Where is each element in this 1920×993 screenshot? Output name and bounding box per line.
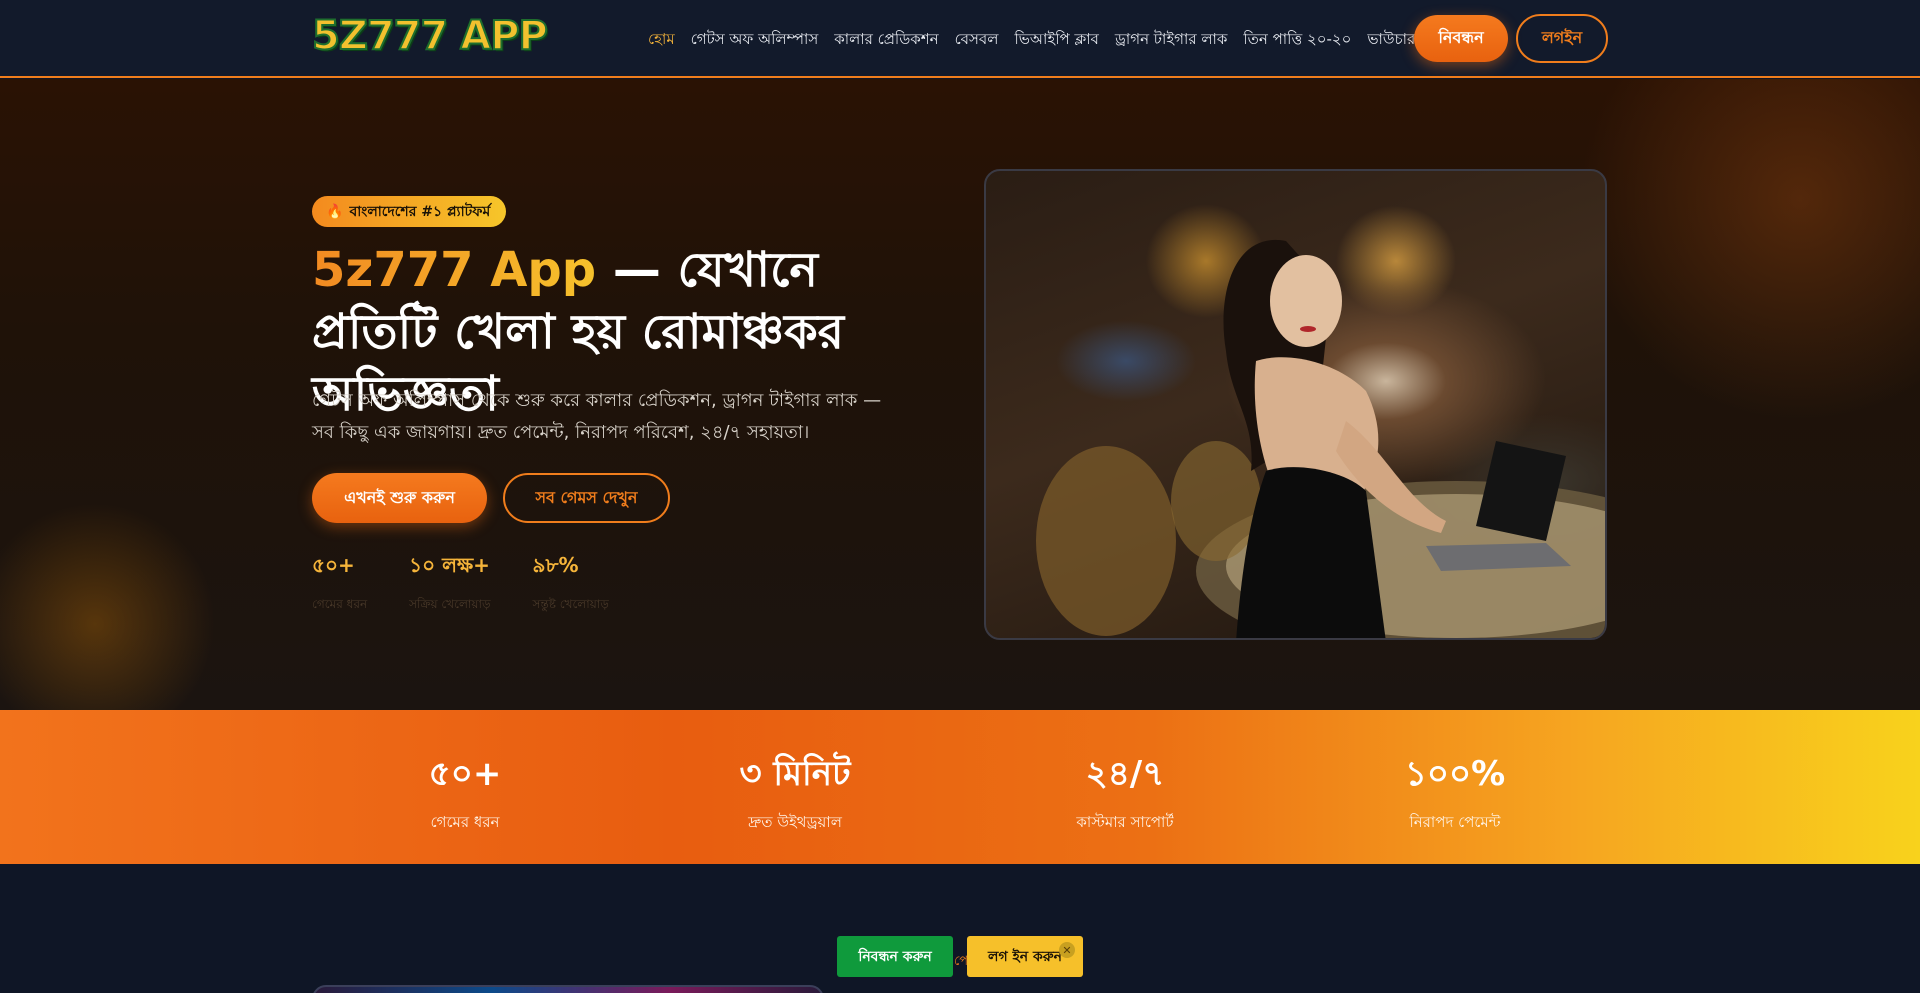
games-section (0, 864, 1920, 993)
mini-stat-label: গেমের ধরন (312, 597, 368, 611)
stat-item: ৩ মিনিট দ্রুত উইথড্রয়াল (675, 748, 915, 836)
section-heading-peek: পে (954, 954, 969, 969)
close-icon[interactable]: ✕ (1059, 942, 1075, 958)
stat-label: গেমের ধরন (430, 813, 500, 831)
hero-mini-stats: ৫০+ গেমের ধরন ১০ লক্ষ+ সক্রিয় খেলোয়াড়… (312, 551, 651, 616)
hero-title-brand: 5z777 App (312, 242, 597, 298)
nav-color-prediction[interactable]: কালার প্রেডিকশন (834, 28, 938, 53)
site-logo[interactable]: 5Z777 APP (311, 12, 549, 60)
fire-icon: 🔥 (326, 203, 344, 220)
nav-baseball[interactable]: বেসবল (955, 28, 999, 53)
stat-value: ২৪/৭ (1085, 754, 1165, 794)
main-nav: হোম গেটস অফ অলিম্পাস কালার প্রেডিকশন বেস… (648, 28, 1431, 53)
mini-stat: ৯৮% সন্তুষ্ট খেলোয়াড় (533, 551, 609, 616)
mini-stat-label: সন্তুষ্ট খেলোয়াড় (532, 597, 609, 611)
mini-stat-label: সক্রিয় খেলোয়াড় (409, 597, 491, 611)
sticky-register-button[interactable]: নিবন্ধন করুন (837, 936, 953, 977)
mini-stat-value: ৫০+ (312, 553, 355, 577)
casino-woman-illustration (1036, 239, 1605, 638)
stat-label: দ্রুত উইথড্রয়াল (748, 813, 842, 831)
stat-item: ২৪/৭ কাস্টমার সাপোর্ট (1005, 748, 1245, 836)
start-now-button[interactable]: এখনই শুরু করুন (312, 473, 487, 523)
mini-stat: ১০ লক্ষ+ সক্রিয় খেলোয়াড় (409, 551, 490, 616)
site-header: 5Z777 APP হোম গেটস অফ অলিম্পাস কালার প্র… (0, 0, 1920, 78)
game-card-peek[interactable] (312, 985, 824, 993)
badge-text: বাংলাদেশের #১ প্ল্যাটফর্ম (349, 203, 491, 220)
mini-stat: ৫০+ গেমের ধরন (312, 551, 367, 616)
mini-stat-value: ১০ লক্ষ+ (409, 553, 490, 577)
stat-value: ৫০+ (428, 754, 502, 794)
login-button[interactable]: লগইন (1516, 14, 1608, 63)
hero-description: গেটস অফ অলিম্পাস থেকে শুরু করে কালার প্র… (312, 390, 882, 443)
mini-stat-value: ৯৮% (532, 553, 579, 577)
stat-item: ১০০% নিরাপদ পেমেন্ট (1335, 748, 1575, 836)
nav-gates-of-olympus[interactable]: গেটস অফ অলিম্পাস (691, 28, 819, 53)
stat-value: ৩ মিনিট (739, 754, 851, 794)
hero-section: 🔥 বাংলাদেশের #১ প্ল্যাটফর্ম 5z777 App — … (0, 79, 1920, 710)
stat-value: ১০০% (1404, 754, 1506, 794)
stat-item: ৫০+ গেমের ধরন (345, 748, 585, 836)
nav-dragon-tiger-luck[interactable]: ড্রাগন টাইগার লাক (1115, 28, 1227, 53)
nav-home[interactable]: হোম (648, 28, 675, 53)
stats-band: ৫০+ গেমের ধরন ৩ মিনিট দ্রুত উইথড্রয়াল ২… (0, 710, 1920, 864)
register-button[interactable]: নিবন্ধন (1414, 15, 1508, 62)
platform-badge: 🔥 বাংলাদেশের #১ প্ল্যাটফর্ম (312, 196, 507, 227)
nav-voucher[interactable]: ভাউচার (1367, 28, 1415, 53)
nav-teen-patti[interactable]: তিন পাত্তি ২০-২০ (1243, 28, 1351, 53)
nav-vip-club[interactable]: ভিআইপি ক্লাব (1014, 28, 1098, 53)
view-all-games-button[interactable]: সব গেমস দেখুন (503, 473, 670, 523)
stat-label: কাস্টমার সাপোর্ট (1076, 813, 1174, 831)
stat-label: নিরাপদ পেমেন্ট (1409, 813, 1501, 831)
hero-image (984, 169, 1607, 640)
